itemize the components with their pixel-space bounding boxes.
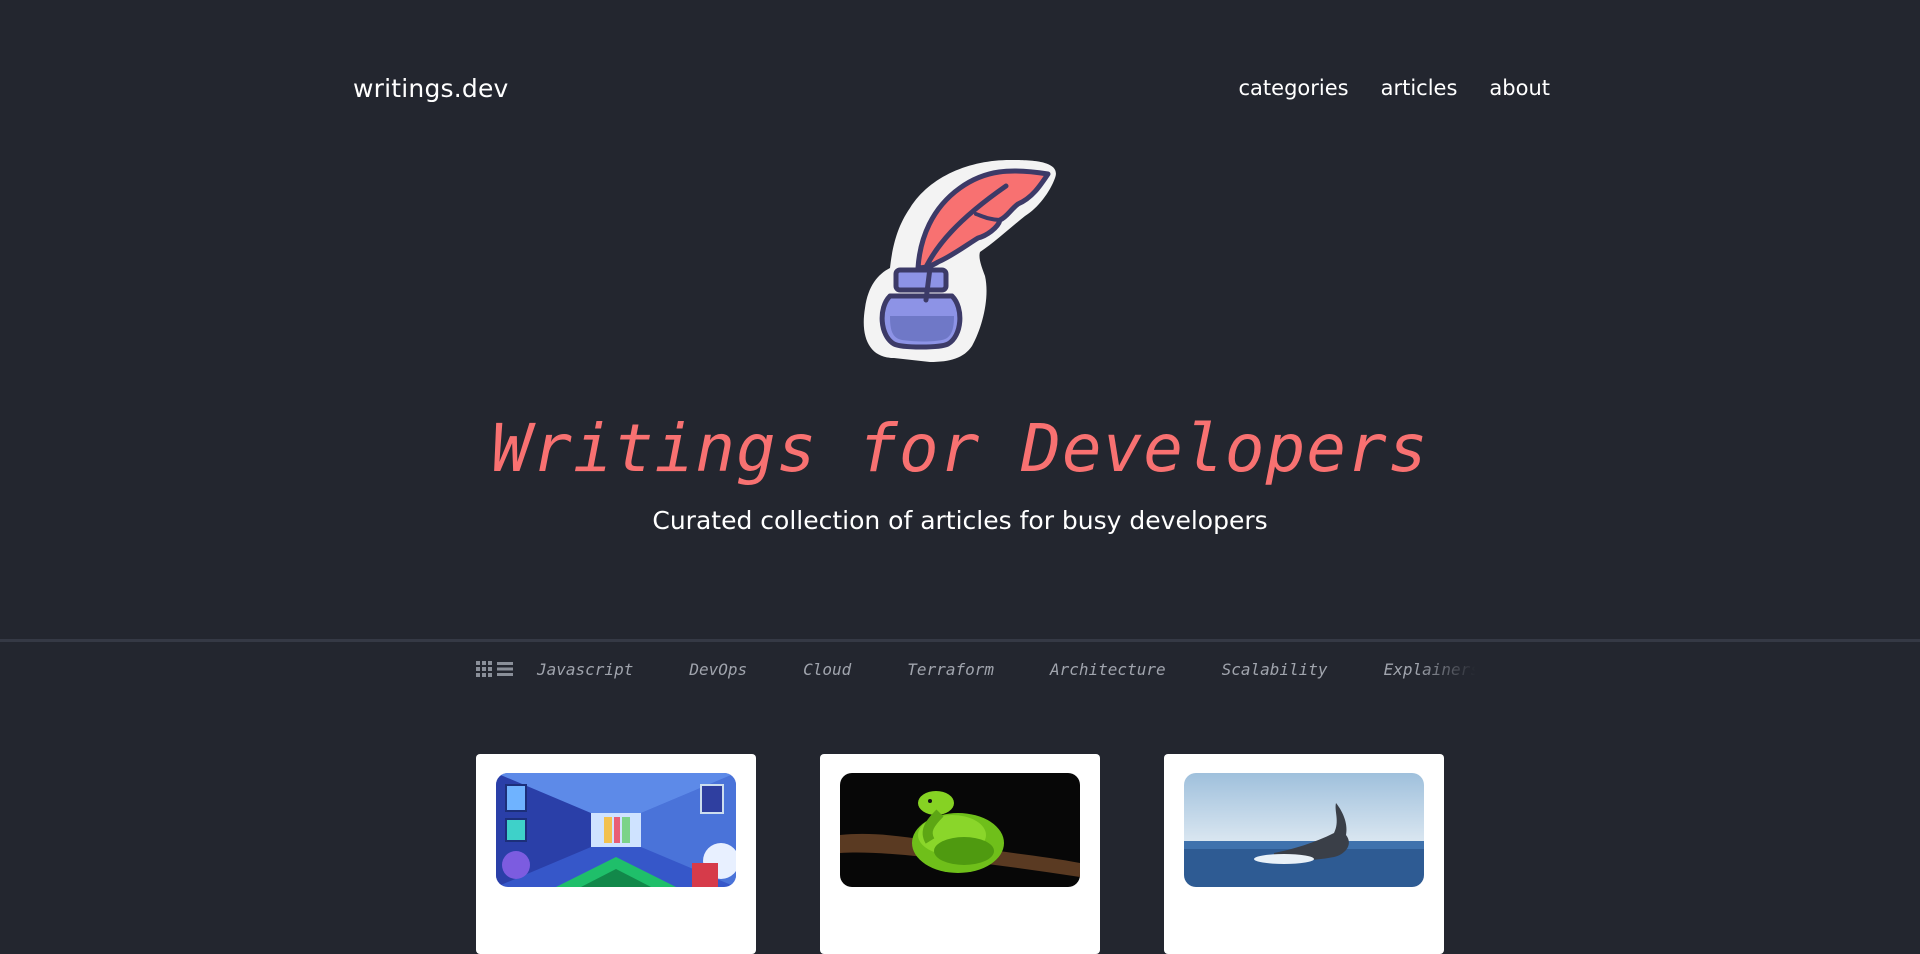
list-view-icon[interactable] (497, 661, 513, 677)
category-architecture[interactable]: Architecture (1050, 660, 1166, 679)
page-subtitle: Curated collection of articles for busy … (652, 506, 1268, 535)
brand-link[interactable]: writings.dev (353, 74, 509, 103)
nav-about[interactable]: about (1489, 76, 1550, 100)
article-thumbnail-whale (1184, 773, 1424, 887)
category-cloud[interactable]: Cloud (803, 660, 851, 679)
section-divider (0, 639, 1920, 642)
article-card[interactable] (1164, 754, 1444, 954)
scroll-fade (1415, 659, 1486, 688)
quill-and-inkwell-icon (860, 158, 1060, 362)
article-thumbnail-corridor (496, 773, 736, 887)
category-filter-bar: Javascript DevOps Cloud Terraform Archit… (476, 655, 1486, 688)
nav-articles[interactable]: articles (1381, 76, 1458, 100)
nav-categories[interactable]: categories (1239, 76, 1349, 100)
article-cards (476, 754, 1444, 954)
category-list: Javascript DevOps Cloud Terraform Archit… (537, 659, 1486, 688)
category-scalability[interactable]: Scalability (1222, 660, 1328, 679)
category-javascript[interactable]: Javascript (537, 660, 633, 679)
grid-view-icon[interactable] (476, 661, 492, 677)
main-nav: categories articles about (1239, 76, 1550, 100)
category-devops[interactable]: DevOps (689, 660, 747, 679)
article-card[interactable] (476, 754, 756, 954)
view-toggle (476, 661, 513, 677)
category-terraform[interactable]: Terraform (907, 660, 994, 679)
article-thumbnail-snake (840, 773, 1080, 887)
article-card[interactable] (820, 754, 1100, 954)
site-header: writings.dev categories articles about (0, 0, 1920, 180)
page-title: Writings for Developers (491, 410, 1429, 487)
